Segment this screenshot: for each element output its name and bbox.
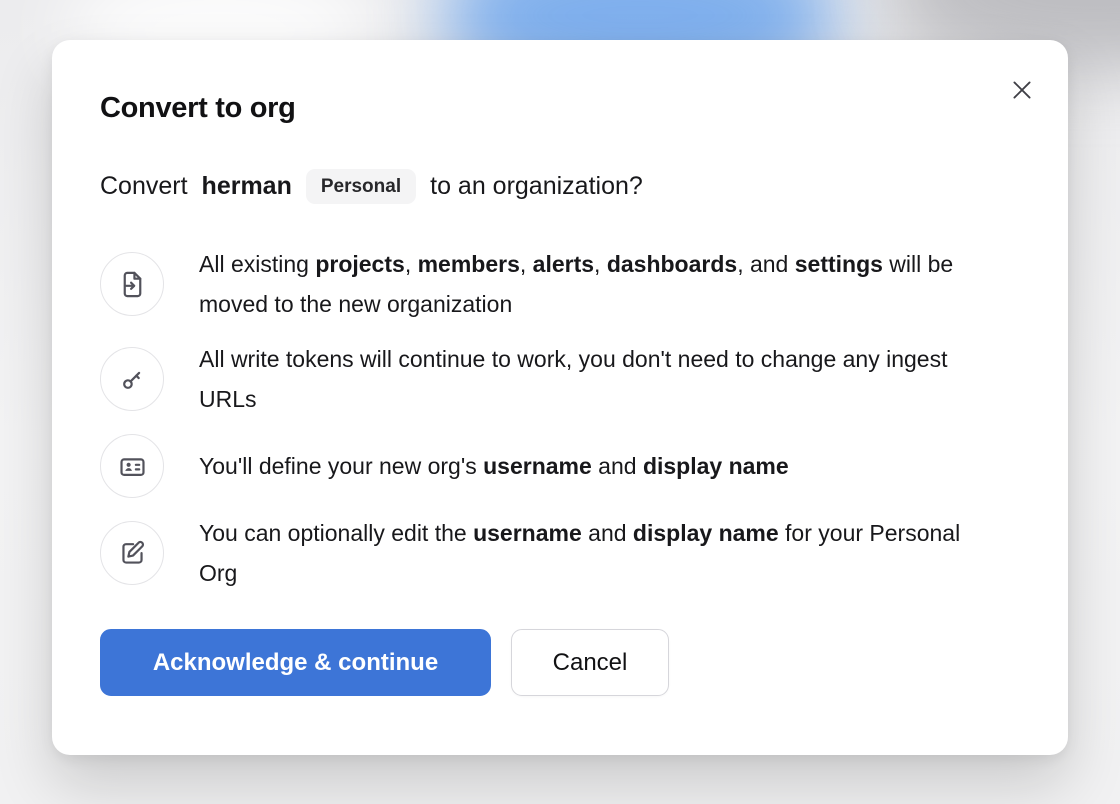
item-description: All existing projects, members, alerts, … [199,244,974,324]
info-list: All existing projects, members, alerts, … [100,244,1020,593]
dialog-title: Convert to org [100,92,1020,125]
x-icon [1009,77,1035,103]
key-icon [100,347,164,411]
acknowledge-continue-button[interactable]: Acknowledge & continue [100,629,491,696]
id-card-icon [100,434,164,498]
list-item: All write tokens will continue to work, … [100,339,1020,419]
list-item: You'll define your new org's username an… [100,434,1020,498]
file-export-icon [100,252,164,316]
edit-icon [100,521,164,585]
dialog-actions: Acknowledge & continue Cancel [100,629,1020,696]
dialog-question: Convert herman Personal to an organizati… [100,169,1020,204]
list-item: You can optionally edit the username and… [100,513,1020,593]
close-button[interactable] [998,66,1046,114]
item-description: You can optionally edit the username and… [199,513,974,593]
list-item: All existing projects, members, alerts, … [100,244,1020,324]
item-description: You'll define your new org's username an… [199,446,789,486]
account-name: herman [202,172,292,201]
convert-to-org-dialog: Convert to org Convert herman Personal t… [52,40,1068,755]
question-suffix: to an organization? [430,172,643,201]
question-prefix: Convert [100,172,188,201]
item-description: All write tokens will continue to work, … [199,339,974,419]
cancel-button[interactable]: Cancel [511,629,669,696]
personal-badge: Personal [306,169,416,204]
